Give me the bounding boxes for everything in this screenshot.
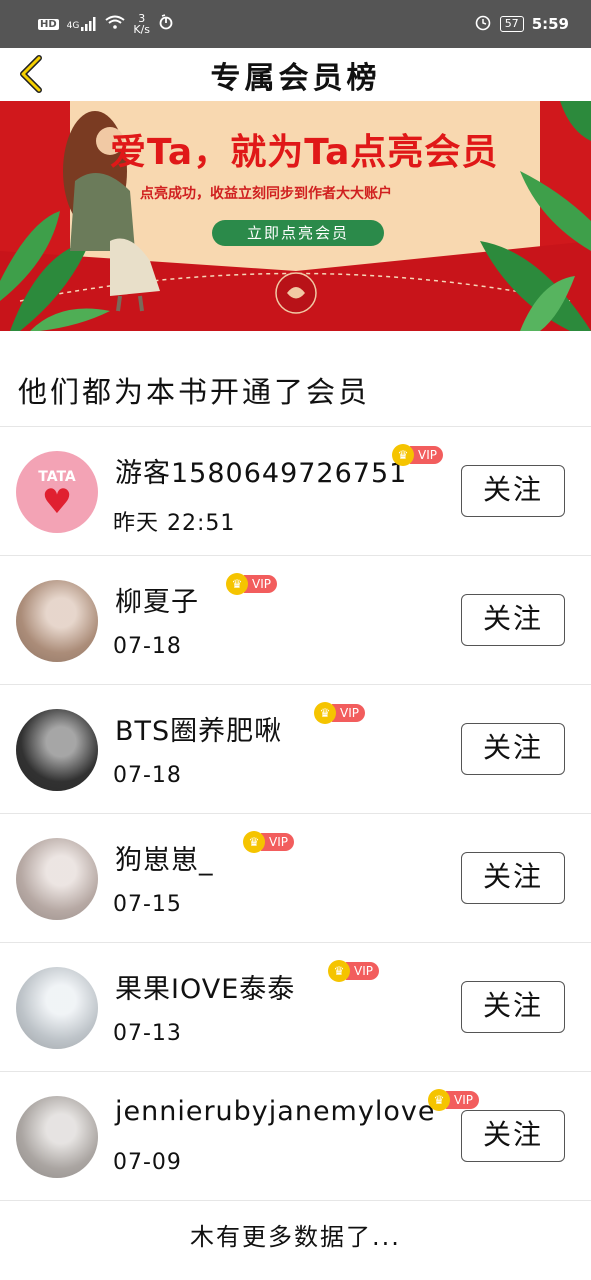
page-title: 专属会员榜: [210, 60, 381, 96]
follow-button[interactable]: 关注: [461, 723, 565, 775]
crown-icon: ♛: [314, 702, 336, 724]
follow-button[interactable]: 关注: [461, 981, 565, 1033]
vip-badge: ♛ VIP: [243, 831, 294, 853]
crown-icon: ♛: [428, 1089, 450, 1111]
signal-icon: 4G: [67, 17, 98, 31]
crown-icon: ♛: [226, 573, 248, 595]
member-name[interactable]: 狗崽崽_: [115, 838, 214, 877]
vip-label: VIP: [446, 1091, 479, 1109]
banner-subtitle: 点亮成功，收益立刻同步到作者大大账户: [140, 186, 392, 202]
crown-icon: ♛: [392, 444, 414, 466]
member-join-date: 昨天 22:51: [113, 511, 236, 536]
member-join-date: 07-15: [113, 892, 182, 917]
alarm-icon: [474, 13, 492, 35]
avatar-photo-placeholder: [16, 838, 98, 920]
avatar-photo-placeholder: [16, 1096, 98, 1178]
app-notification-icon: [158, 14, 174, 34]
light-up-membership-button[interactable]: 立即点亮会员: [212, 220, 384, 246]
follow-button[interactable]: 关注: [461, 1110, 565, 1162]
member-name[interactable]: 果果IOVE泰泰: [115, 967, 295, 1006]
nav-bar: 专属会员榜: [0, 48, 591, 101]
member-row[interactable]: jennierubyjanemylove ♛ VIP 07-09 关注: [0, 1072, 591, 1201]
avatar[interactable]: [16, 967, 98, 1049]
member-row[interactable]: TATA ♥ 游客1580649726751 ♛ VIP 昨天 22:51 关注: [0, 427, 591, 556]
vip-label: VIP: [410, 446, 443, 464]
vip-badge: ♛ VIP: [392, 444, 443, 466]
crown-icon: ♛: [243, 831, 265, 853]
vip-badge: ♛ VIP: [428, 1089, 479, 1111]
member-join-date: 07-09: [113, 1150, 182, 1175]
battery-icon: 57: [499, 16, 524, 32]
follow-button[interactable]: 关注: [461, 465, 565, 517]
vip-badge: ♛ VIP: [328, 960, 379, 982]
network-type: 4G: [66, 21, 80, 31]
avatar[interactable]: [16, 838, 98, 920]
promo-banner[interactable]: 爱Ta，就为Ta点亮会员 点亮成功，收益立刻同步到作者大大账户 立即点亮会员: [0, 101, 591, 331]
back-button[interactable]: [14, 54, 50, 94]
member-row[interactable]: 狗崽崽_ ♛ VIP 07-15 关注: [0, 814, 591, 943]
section-title: 他们都为本书开通了会员: [0, 331, 591, 427]
member-row[interactable]: 柳夏子 ♛ VIP 07-18 关注: [0, 556, 591, 685]
follow-button[interactable]: 关注: [461, 594, 565, 646]
avatar-photo-placeholder: [16, 967, 98, 1049]
member-list: TATA ♥ 游客1580649726751 ♛ VIP 昨天 22:51 关注 柳夏子 ♛ VI…: [0, 427, 591, 1201]
vip-label: VIP: [332, 704, 365, 722]
crown-icon: ♛: [328, 960, 350, 982]
network-speed-unit: K/s: [133, 23, 151, 36]
heart-icon: ♥: [41, 482, 73, 522]
no-more-data-text: 木有更多数据了...: [190, 1223, 401, 1251]
wifi-icon: [105, 15, 125, 33]
avatar[interactable]: [16, 1096, 98, 1178]
network-speed: 3 K/s: [133, 13, 150, 35]
follow-button[interactable]: 关注: [461, 852, 565, 904]
chevron-left-icon: [20, 55, 42, 93]
member-row[interactable]: BTS圈养肥啾 ♛ VIP 07-18 关注: [0, 685, 591, 814]
banner-title: 爱Ta，就为Ta点亮会员: [110, 132, 499, 173]
vip-label: VIP: [244, 575, 277, 593]
avatar[interactable]: TATA ♥: [16, 451, 98, 533]
clock: 5:59: [531, 15, 569, 33]
vip-label: VIP: [261, 833, 294, 851]
avatar[interactable]: [16, 580, 98, 662]
member-join-date: 07-18: [113, 634, 182, 659]
member-name[interactable]: BTS圈养肥啾: [115, 709, 282, 748]
member-join-date: 07-18: [113, 763, 182, 788]
avatar-photo-placeholder: [16, 709, 98, 791]
vip-badge: ♛ VIP: [314, 702, 365, 724]
vip-badge: ♛ VIP: [226, 573, 277, 595]
member-name[interactable]: 游客1580649726751: [115, 451, 407, 490]
hd-badge: HD: [38, 18, 59, 30]
member-name[interactable]: jennierubyjanemylove: [115, 1096, 435, 1127]
member-row[interactable]: 果果IOVE泰泰 ♛ VIP 07-13 关注: [0, 943, 591, 1072]
status-bar: HD 4G 3 K/s 57 5:59: [0, 0, 591, 48]
avatar-photo-placeholder: [16, 580, 98, 662]
vip-label: VIP: [346, 962, 379, 980]
avatar[interactable]: [16, 709, 98, 791]
member-join-date: 07-13: [113, 1021, 182, 1046]
battery-level: 57: [504, 17, 519, 30]
member-name[interactable]: 柳夏子: [115, 580, 199, 619]
